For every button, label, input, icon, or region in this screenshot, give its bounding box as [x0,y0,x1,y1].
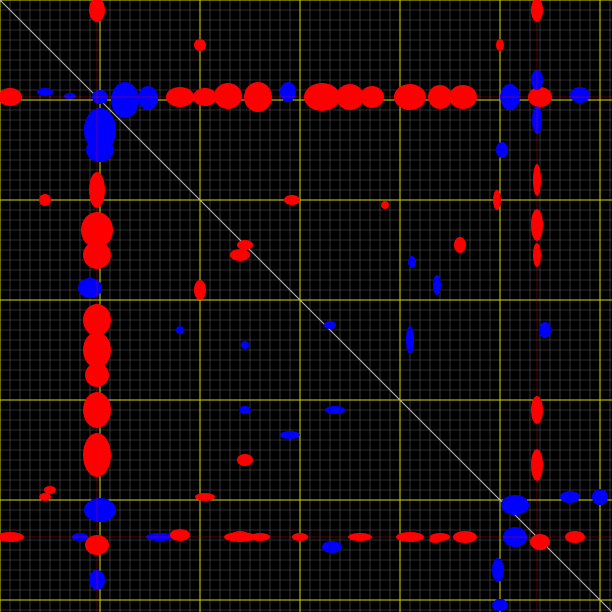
negative-peak [324,321,336,329]
negative-peak [280,431,300,439]
positive-peak [429,537,441,543]
positive-peak [493,190,501,210]
negative-peak [111,82,139,118]
negative-peak [406,326,414,354]
negative-peak [496,142,508,158]
positive-peak [456,241,464,249]
negative-peak [37,88,53,96]
spectrum-viewport[interactable] [0,0,612,612]
negative-peak [86,138,114,162]
negative-peak [433,275,441,295]
negative-peak [280,82,296,102]
negative-peak [241,341,249,349]
negative-peak [239,406,251,414]
negative-peak [501,495,529,515]
positive-peak [44,486,56,494]
negative-peak [325,406,345,414]
positive-peak [381,201,389,209]
positive-peak [237,454,253,466]
positive-peak [39,194,51,206]
positive-peak [496,39,504,51]
negative-peak [560,491,580,503]
positive-peak [232,531,248,539]
positive-peak [214,83,242,109]
negative-peak [408,256,416,268]
negative-peak [78,278,102,298]
positive-peak [170,529,190,541]
negative-peak [492,599,508,611]
positive-peak [230,249,250,261]
positive-peak [237,240,253,250]
negative-peak [64,93,76,99]
negative-peak [138,86,158,110]
positive-peak [194,39,206,51]
negative-peak [322,541,342,553]
negative-peak [570,87,590,103]
negative-peak [84,498,116,522]
negative-peak [176,326,184,334]
positive-peak [284,195,300,205]
positive-peak [195,493,215,501]
positive-peak [194,280,206,300]
negative-peak [492,558,504,582]
negative-peak [592,489,608,505]
positive-peak [39,493,51,501]
positive-peak [530,534,550,550]
negative-peak [539,322,551,338]
nmr-spectrum-plot[interactable] [0,0,612,612]
